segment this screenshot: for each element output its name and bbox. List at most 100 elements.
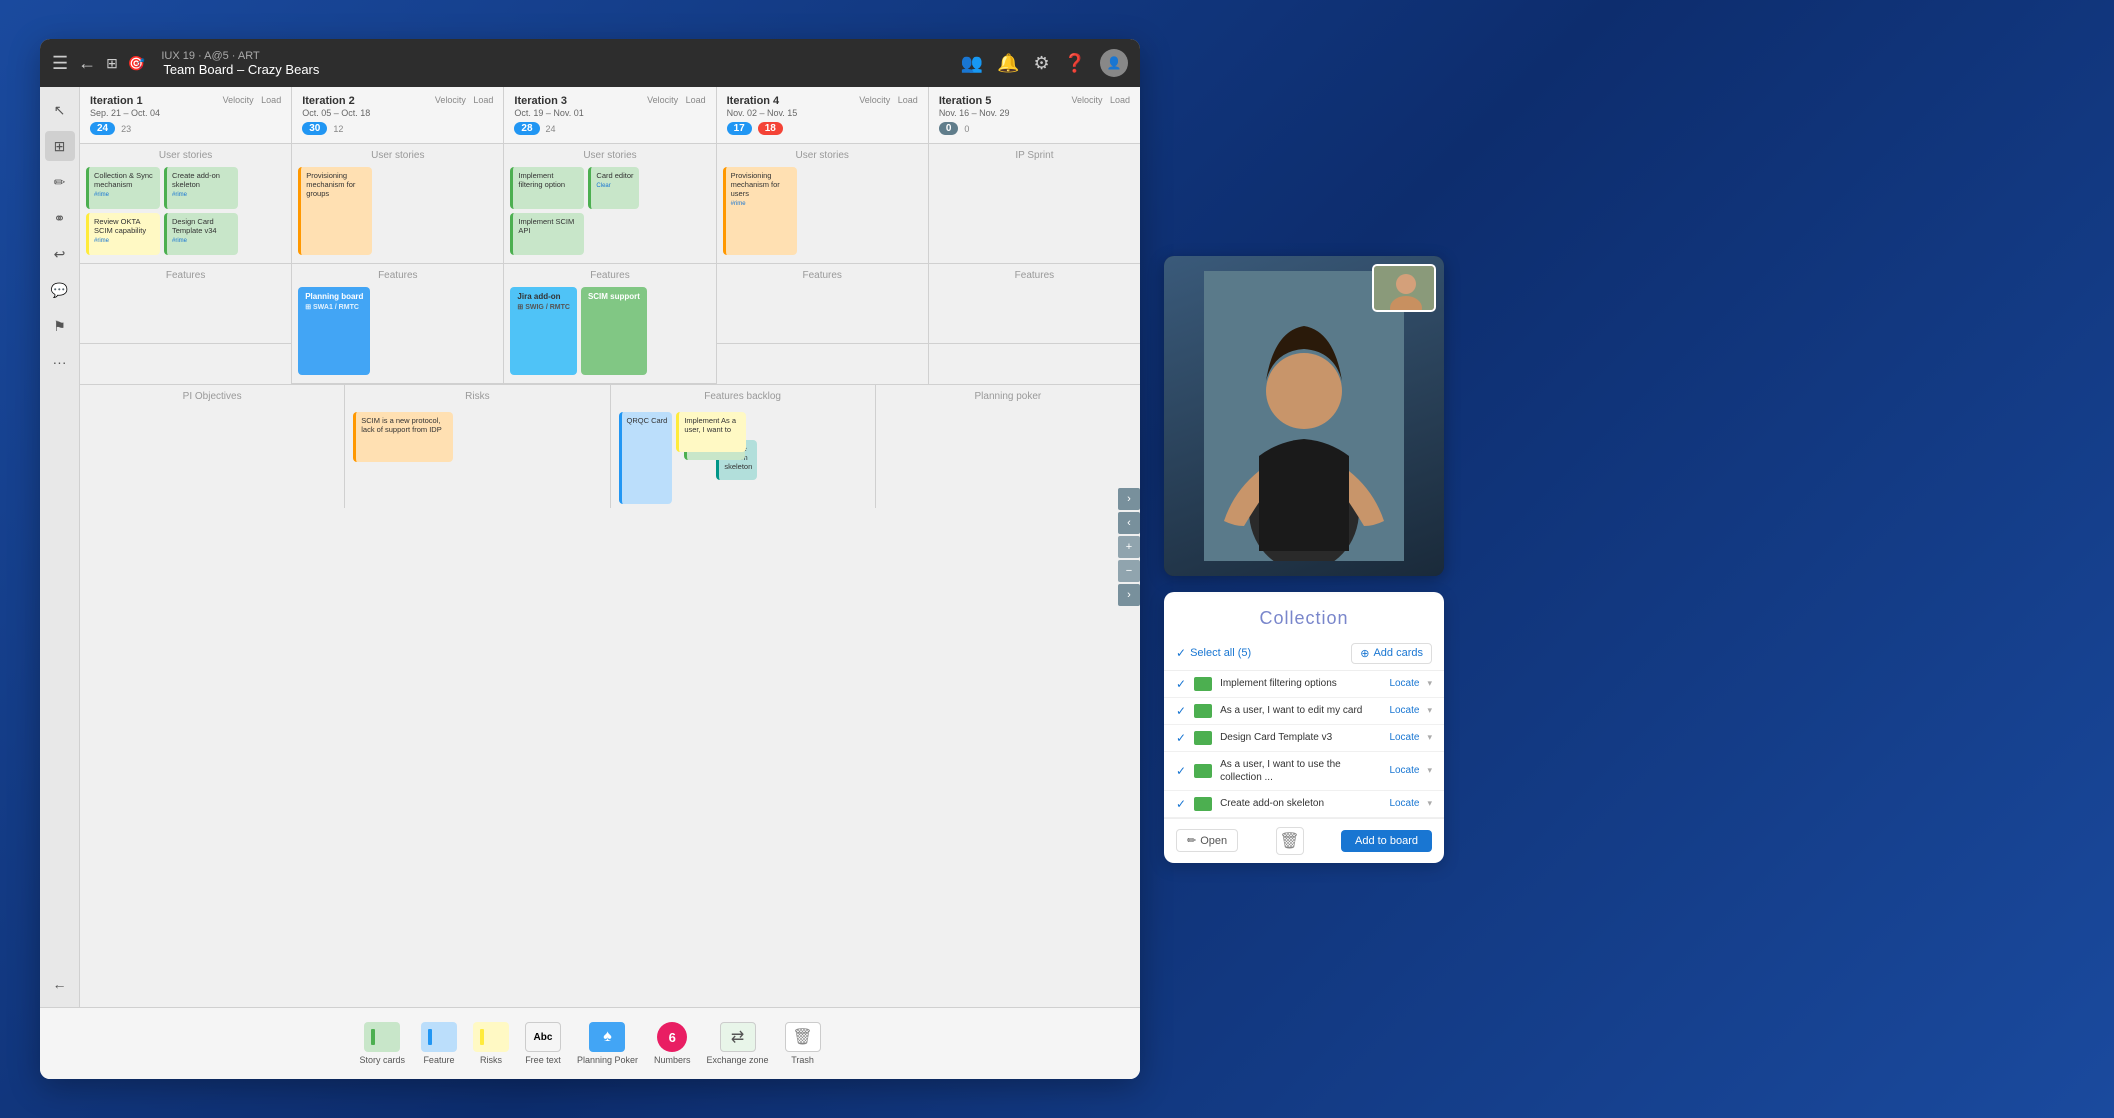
board-title: Team Board – Crazy Bears	[163, 62, 319, 77]
nav-right-arrow[interactable]: ›	[1118, 488, 1140, 510]
card-qrqc[interactable]: QRQC Card	[619, 412, 673, 504]
delete-button[interactable]: 🗑	[1276, 827, 1304, 855]
iteration-4-meta: 17 18	[727, 122, 918, 135]
vel-load-label-5: Velocity Load	[1071, 95, 1130, 105]
story-cards-icon	[364, 1022, 400, 1052]
load-1: 23	[121, 124, 131, 134]
toolbar-planning-poker[interactable]: ♠ Planning Poker	[577, 1022, 638, 1065]
users-icon[interactable]: 👥	[961, 53, 983, 74]
hamburger-icon[interactable]: ☰	[52, 53, 68, 74]
nav-down-arrow[interactable]: ›	[1118, 584, 1140, 606]
iteration-5-title: Iteration 5	[939, 95, 1010, 107]
help-icon[interactable]: ❓	[1064, 53, 1086, 74]
item-check-5[interactable]: ✓	[1176, 797, 1186, 811]
avatar[interactable]: 👤	[1100, 49, 1128, 77]
iter1-cards-area: Collection & Sync mechanism #rime Create…	[80, 163, 291, 263]
item-check-2[interactable]: ✓	[1176, 704, 1186, 718]
feature-planning-board[interactable]: Planning board ⊞ SWA1 / RMTC	[298, 287, 370, 375]
card-tag: #rime	[172, 192, 187, 198]
iteration-4: Iteration 4 Nov. 02 – Nov. 15 Velocity L…	[717, 87, 929, 384]
left-sidebar: ↖ ⊞ ✏ ⚭ ↩ 💬 ⚑ ··· ←	[40, 87, 80, 1007]
card-text: Collection & Sync mechanism	[94, 171, 155, 189]
item-color-bar-3	[1194, 731, 1212, 745]
back-icon[interactable]: ←	[78, 53, 96, 74]
open-label: Open	[1200, 835, 1227, 847]
item-locate-5[interactable]: Locate	[1389, 798, 1419, 809]
iter3-features-label: Features	[504, 264, 715, 283]
nav-left-arrow[interactable]: ‹	[1118, 512, 1140, 534]
comment-tool[interactable]: 💬	[45, 275, 75, 305]
card-provisioning-groups[interactable]: Provisioning mechanism for groups	[298, 167, 372, 255]
zoom-in-arrow[interactable]: +	[1118, 536, 1140, 558]
collection-title: Collection	[1180, 608, 1428, 629]
card-card-editor[interactable]: Card editor Clear	[588, 167, 638, 209]
feature-text: Jira add-on	[517, 292, 570, 301]
iter5-stories-section: IP Sprint	[929, 144, 1140, 264]
bell-icon[interactable]: 🔔	[997, 53, 1019, 74]
grid-tool[interactable]: ⊞	[45, 131, 75, 161]
breadcrumb-icon[interactable]: ⊞	[106, 55, 118, 72]
item-check-3[interactable]: ✓	[1176, 731, 1186, 745]
item-locate-3[interactable]: Locate	[1389, 732, 1419, 743]
toolbar-exchange[interactable]: ⇄ Exchange zone	[707, 1022, 769, 1065]
iteration-2-meta: 30 12	[302, 122, 493, 135]
item-check-4[interactable]: ✓	[1176, 764, 1186, 778]
card-implement-scim[interactable]: Implement SCIM API	[510, 213, 584, 255]
risks-card[interactable]: SCIM is a new protocol, lack of support …	[353, 412, 453, 462]
more-tool[interactable]: ···	[45, 347, 75, 377]
card-text: Implement SCIM API	[518, 217, 579, 235]
link-tool[interactable]: ⚭	[45, 203, 75, 233]
iter5-ip-sprint-label: IP Sprint	[929, 144, 1140, 163]
item-locate-4[interactable]: Locate	[1389, 765, 1419, 776]
card-review-okta[interactable]: Review OKTA SCIM capability #rime	[86, 213, 160, 255]
iteration-5-meta: 0 0	[939, 122, 1130, 135]
collapse-tool[interactable]: ←	[45, 969, 75, 999]
card-text: Review OKTA SCIM capability	[94, 217, 155, 235]
board-icon[interactable]: 🎯	[128, 55, 145, 72]
flag-tool[interactable]: ⚑	[45, 311, 75, 341]
toolbar-numbers[interactable]: 6 Numbers	[654, 1022, 691, 1065]
add-cards-button[interactable]: ⊕ Add cards	[1351, 643, 1432, 664]
card-create-addon[interactable]: Create add-on skeleton #rime	[164, 167, 238, 209]
card-design-card[interactable]: Design Card Template v34 #rime	[164, 213, 238, 255]
feature-jira-addon[interactable]: Jira add-on ⊞ SWIG / RMTC	[510, 287, 577, 375]
add-to-board-button[interactable]: Add to board	[1341, 830, 1432, 852]
item-color-bar-1	[1194, 677, 1212, 691]
collection-item: ✓ As a user, I want to use the collectio…	[1164, 752, 1444, 791]
item-locate-1[interactable]: Locate	[1389, 678, 1419, 689]
toolbar-feature[interactable]: Feature	[421, 1022, 457, 1065]
toolbar-trash[interactable]: 🗑 Trash	[785, 1022, 821, 1065]
iter2-features-label: Features	[292, 264, 503, 283]
card-implement-filter[interactable]: Implement filtering option	[510, 167, 584, 209]
select-all-button[interactable]: ✓ Select all (5)	[1176, 646, 1251, 660]
board-body: ↖ ⊞ ✏ ⚭ ↩ 💬 ⚑ ··· ← Iteration 1	[40, 87, 1140, 1007]
item-check-1[interactable]: ✓	[1176, 677, 1186, 691]
iteration-3-title: Iteration 3	[514, 95, 583, 107]
card-collection-sync[interactable]: Collection & Sync mechanism #rime	[86, 167, 160, 209]
risks-toolbar-label: Risks	[480, 1055, 502, 1065]
iteration-1-title: Iteration 1	[90, 95, 160, 107]
gear-icon[interactable]: ⚙	[1033, 53, 1049, 74]
cursor-tool[interactable]: ↖	[45, 95, 75, 125]
item-color-bar-2	[1194, 704, 1212, 718]
toolbar-free-text[interactable]: Abc Free text	[525, 1022, 561, 1065]
zoom-out-arrow[interactable]: −	[1118, 560, 1140, 582]
card-provisioning-users[interactable]: Provisioning mechanism for users #rime	[723, 167, 797, 255]
toolbar-risks[interactable]: Risks	[473, 1022, 509, 1065]
exchange-label: Exchange zone	[707, 1055, 769, 1065]
iteration-4-header: Iteration 4 Nov. 02 – Nov. 15 Velocity L…	[717, 87, 928, 144]
iteration-1-header: Iteration 1 Sep. 21 – Oct. 04 Velocity L…	[80, 87, 291, 144]
pencil-tool[interactable]: ✏	[45, 167, 75, 197]
card-implement-user[interactable]: Implement As a user, I want to	[676, 412, 746, 452]
card-tag: Clear	[596, 183, 610, 189]
toolbar-story-cards[interactable]: Story cards	[359, 1022, 405, 1065]
board-toolbar: Story cards Feature Risks Abc Free text …	[40, 1007, 1140, 1079]
video-pip	[1372, 264, 1436, 312]
item-locate-2[interactable]: Locate	[1389, 705, 1419, 716]
board-subtitle: IUX 19 · A@5 · ART	[161, 50, 319, 62]
features-backlog-section: Features backlog QRQC Card Implement As …	[611, 385, 876, 508]
checkmark-icon: ✓	[1176, 646, 1186, 660]
open-button[interactable]: ✏ Open	[1176, 829, 1238, 852]
feature-scim-support[interactable]: SCIM support	[581, 287, 647, 375]
undo-tool[interactable]: ↩	[45, 239, 75, 269]
